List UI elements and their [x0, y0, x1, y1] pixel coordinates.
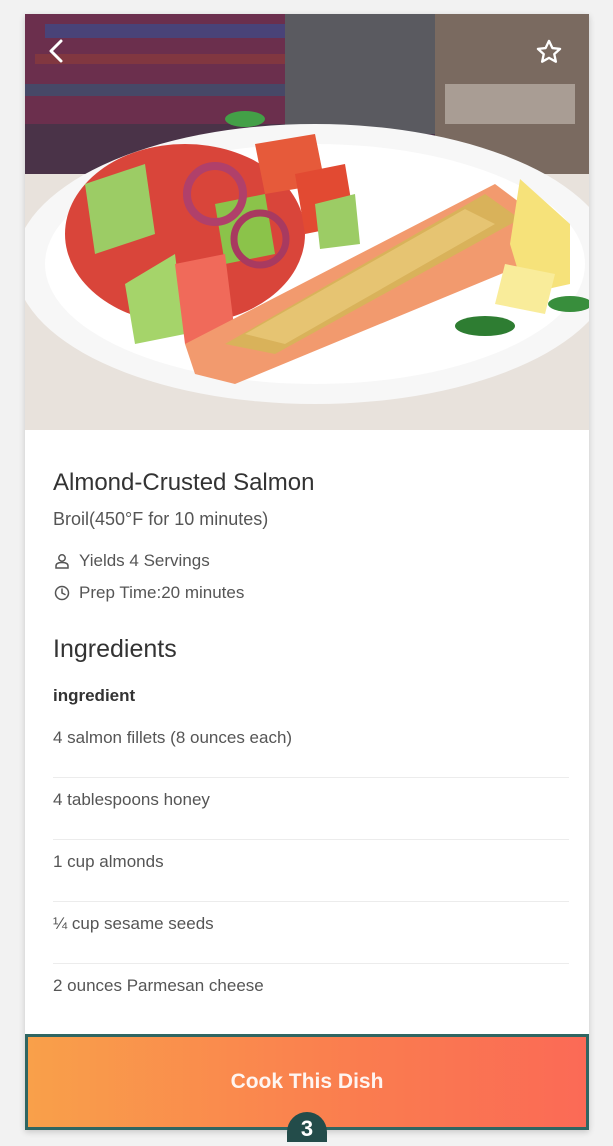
ingredient-item: 1 cup almonds [53, 840, 569, 902]
ingredient-group-label: ingredient [53, 686, 136, 705]
clock-icon [53, 584, 71, 602]
person-icon [53, 552, 71, 570]
back-button[interactable] [47, 38, 77, 68]
ingredient-list: 4 salmon fillets (8 ounces each) 4 table… [53, 716, 569, 1026]
ingredient-item: 4 tablespoons honey [53, 778, 569, 840]
ingredient-item: 4 salmon fillets (8 ounces each) [53, 716, 569, 778]
recipe-hero-image [25, 14, 589, 430]
ingredient-item: ¼ cup sesame seeds [53, 902, 569, 964]
star-outline-icon [536, 39, 562, 63]
prep-time-row: Prep Time:20 minutes [53, 582, 569, 604]
servings-text: Yields 4 Servings [79, 551, 210, 570]
cook-this-dish-label: Cook This Dish [230, 1070, 384, 1093]
recipe-title: Almond-Crusted Salmon [53, 469, 315, 496]
recipe-cooking-method: Broil(450°F for 10 minutes) [53, 509, 269, 529]
prep-time-text: Prep Time:20 minutes [79, 583, 245, 602]
ingredients-heading: Ingredients [53, 635, 177, 663]
ingredient-item: 2 ounces Parmesan cheese [53, 976, 264, 995]
recipe-card: Almond-Crusted Salmon Broil(450°F for 10… [25, 14, 589, 1130]
chevron-left-icon [49, 39, 63, 63]
salmon-dish-photo [25, 14, 589, 430]
recipe-details: Almond-Crusted Salmon Broil(450°F for 10… [53, 430, 569, 1026]
favorite-button[interactable] [535, 38, 567, 70]
servings-row: Yields 4 Servings [53, 550, 569, 572]
